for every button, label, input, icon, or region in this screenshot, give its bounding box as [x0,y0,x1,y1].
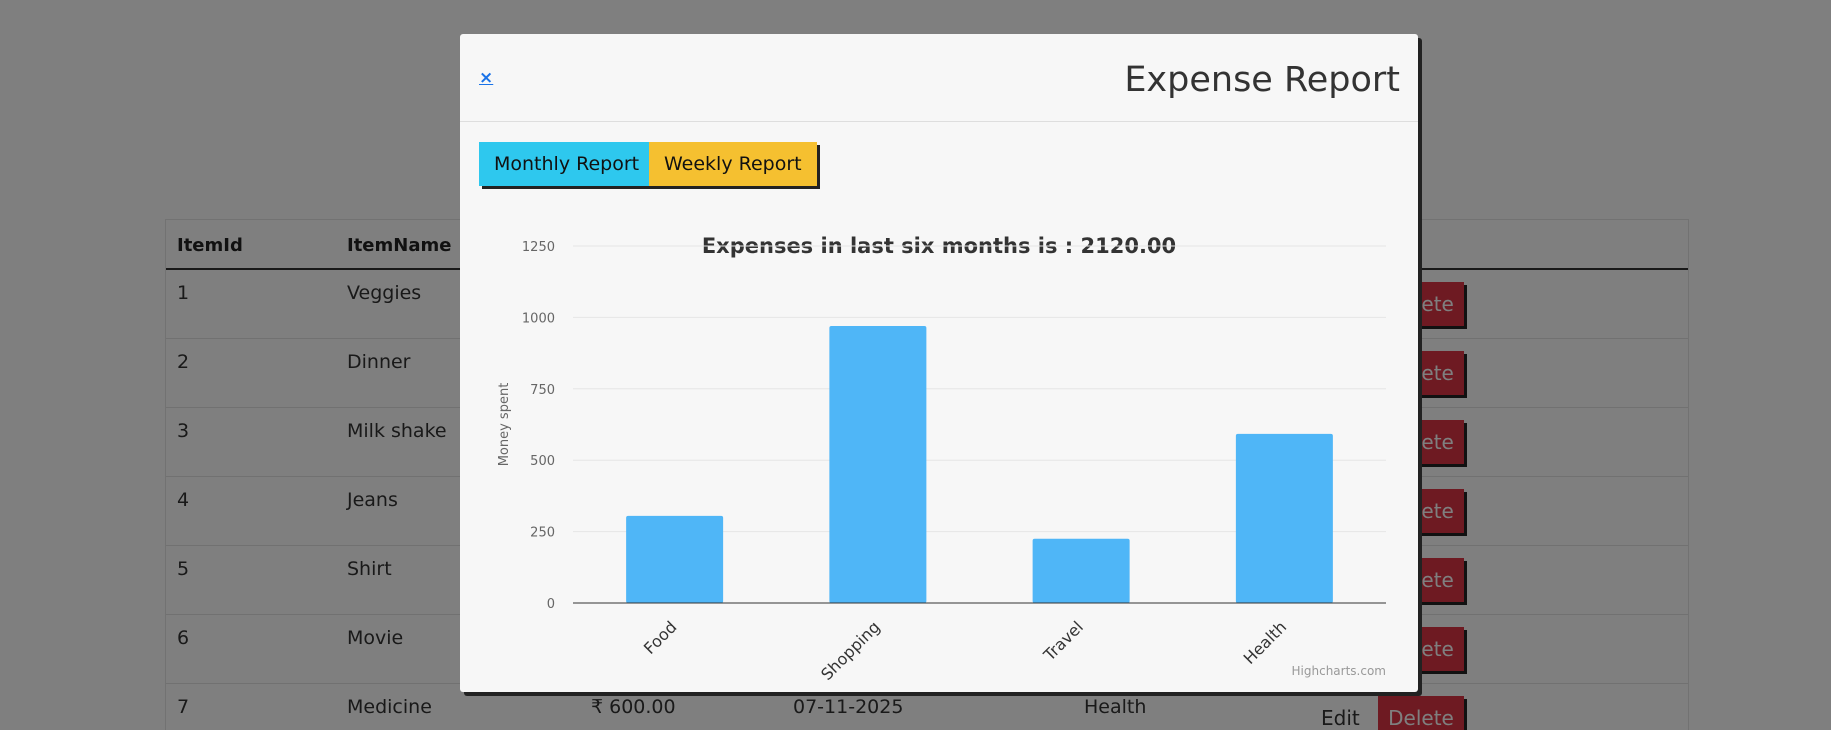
close-icon[interactable]: × [479,68,493,88]
y-tick-label: 1250 [522,240,555,255]
x-tick-label: Food [640,617,681,658]
y-axis-label: Money spent [497,383,512,467]
expense-bar-chart: Expenses in last six months is : 2120.00… [497,234,1386,684]
y-tick-label: 250 [530,526,555,541]
expense-report-modal: × Expense Report Monthly Report Weekly R… [460,34,1418,692]
highcharts-credit: Highcharts.com [1292,664,1386,678]
weekly-report-button[interactable]: Weekly Report [649,142,817,186]
monthly-report-button[interactable]: Monthly Report [479,142,655,186]
y-tick-label: 0 [547,597,555,612]
y-tick-label: 500 [530,454,555,469]
bar-shopping [829,325,927,603]
bar-health [1235,433,1333,603]
x-tick-label: Travel [1039,617,1087,665]
bar-travel [1032,538,1130,603]
x-tick-label: Shopping [817,617,884,684]
x-tick-label: Health [1240,617,1291,668]
modal-title: Expense Report [1124,60,1400,100]
y-tick-label: 750 [530,383,555,398]
bar-food [626,515,724,603]
y-tick-label: 1000 [522,311,555,326]
modal-header: × Expense Report [460,34,1418,122]
